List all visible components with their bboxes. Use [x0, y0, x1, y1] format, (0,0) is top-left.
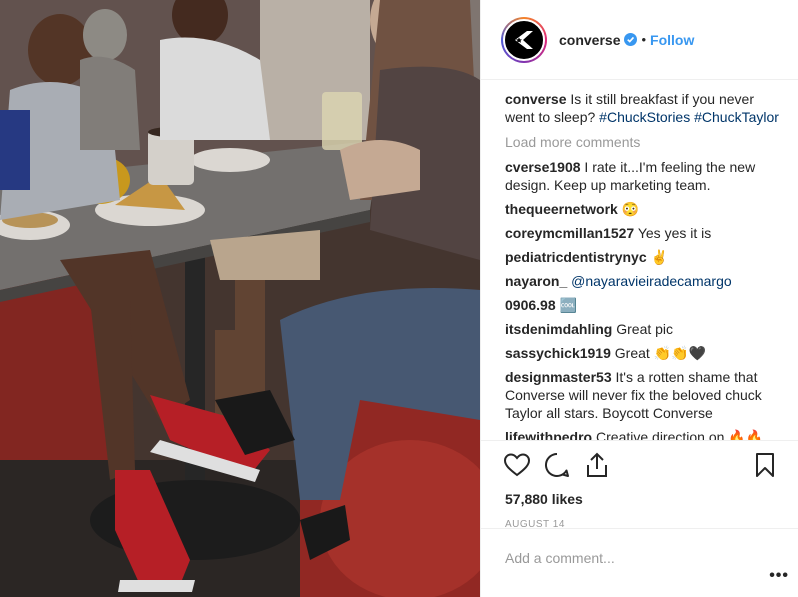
post-details-panel: converse • Follow converse Is it still b…: [480, 0, 798, 597]
follow-button[interactable]: Follow: [650, 32, 694, 48]
comment-text: 🆒: [555, 297, 577, 313]
comment-item: lifewithpedro Creative direction on 🔥🔥🔥: [505, 428, 779, 440]
mention-link[interactable]: @nayaravieiradecamargo: [571, 273, 732, 289]
comment-username[interactable]: designmaster53: [505, 369, 612, 385]
comment-username[interactable]: sassychick1919: [505, 345, 611, 361]
comment-item: pediatricdentistrynyc ✌️: [505, 248, 779, 266]
bookmark-icon: [756, 453, 774, 477]
comment-item: 0906.98 🆒: [505, 296, 779, 314]
comment-item: coreymcmillan1527 Yes yes it is: [505, 224, 779, 242]
post-header: converse • Follow: [481, 0, 798, 80]
comment-item: thequeernetwork 😳: [505, 200, 779, 218]
post-caption: converse Is it still breakfast if you ne…: [505, 90, 779, 126]
comment-text: Great 👏👏🖤: [610, 345, 706, 361]
post-photo-illustration: [0, 0, 480, 597]
post-username[interactable]: converse: [559, 32, 620, 48]
comment-text: Yes yes it is: [634, 225, 712, 241]
comment-username[interactable]: thequeernetwork: [505, 201, 618, 217]
comment-text: 😳: [617, 201, 640, 217]
comment-icon: [545, 452, 569, 477]
comment-username[interactable]: lifewithpedro: [505, 429, 592, 440]
comment-item: nayaron_ @nayaravieiradecamargo: [505, 272, 779, 290]
like-button[interactable]: [503, 451, 531, 479]
caption-username[interactable]: converse: [505, 91, 566, 107]
separator-dot: •: [641, 32, 647, 47]
hashtag-link[interactable]: #ChuckTaylor: [694, 109, 779, 125]
converse-logo-icon: [515, 30, 533, 49]
post-photo[interactable]: [0, 0, 480, 597]
story-ring[interactable]: [501, 16, 547, 63]
comment-username[interactable]: itsdenimdahling: [505, 321, 612, 337]
save-button[interactable]: [751, 451, 779, 479]
comment-item: designmaster53 It's a rotten shame that …: [505, 368, 779, 422]
action-icons-row: [481, 441, 798, 489]
more-options-button[interactable]: •••: [769, 567, 789, 585]
comment-username[interactable]: nayaron_: [505, 273, 567, 289]
add-comment-section: •••: [481, 528, 798, 597]
comment-button[interactable]: [543, 451, 571, 479]
verified-badge-icon: [624, 33, 638, 46]
heart-icon: [504, 453, 530, 477]
comment-username[interactable]: cverse1908: [505, 159, 581, 175]
share-icon: [587, 452, 607, 477]
likes-count[interactable]: 57,880 likes: [481, 489, 798, 509]
comment-item: cverse1908 I rate it...I'm feeling the n…: [505, 158, 779, 194]
comment-input[interactable]: [505, 550, 755, 566]
comment-item: sassychick1919 Great 👏👏🖤: [505, 344, 779, 362]
comment-item: itsdenimdahling Great pic: [505, 320, 779, 338]
comment-username[interactable]: pediatricdentistrynyc: [505, 249, 647, 265]
load-more-comments[interactable]: Load more comments: [505, 134, 779, 150]
comment-username[interactable]: coreymcmillan1527: [505, 225, 634, 241]
hashtag-link[interactable]: #ChuckStories: [599, 109, 690, 125]
comments-list[interactable]: converse Is it still breakfast if you ne…: [481, 80, 798, 440]
avatar[interactable]: [503, 18, 545, 61]
share-button[interactable]: [583, 451, 611, 479]
comment-text: Great pic: [612, 321, 674, 337]
comment-text: ✌️: [646, 249, 668, 265]
post-actions: 57,880 likes AUGUST 14: [481, 440, 798, 530]
comment-username[interactable]: 0906.98: [505, 297, 556, 313]
